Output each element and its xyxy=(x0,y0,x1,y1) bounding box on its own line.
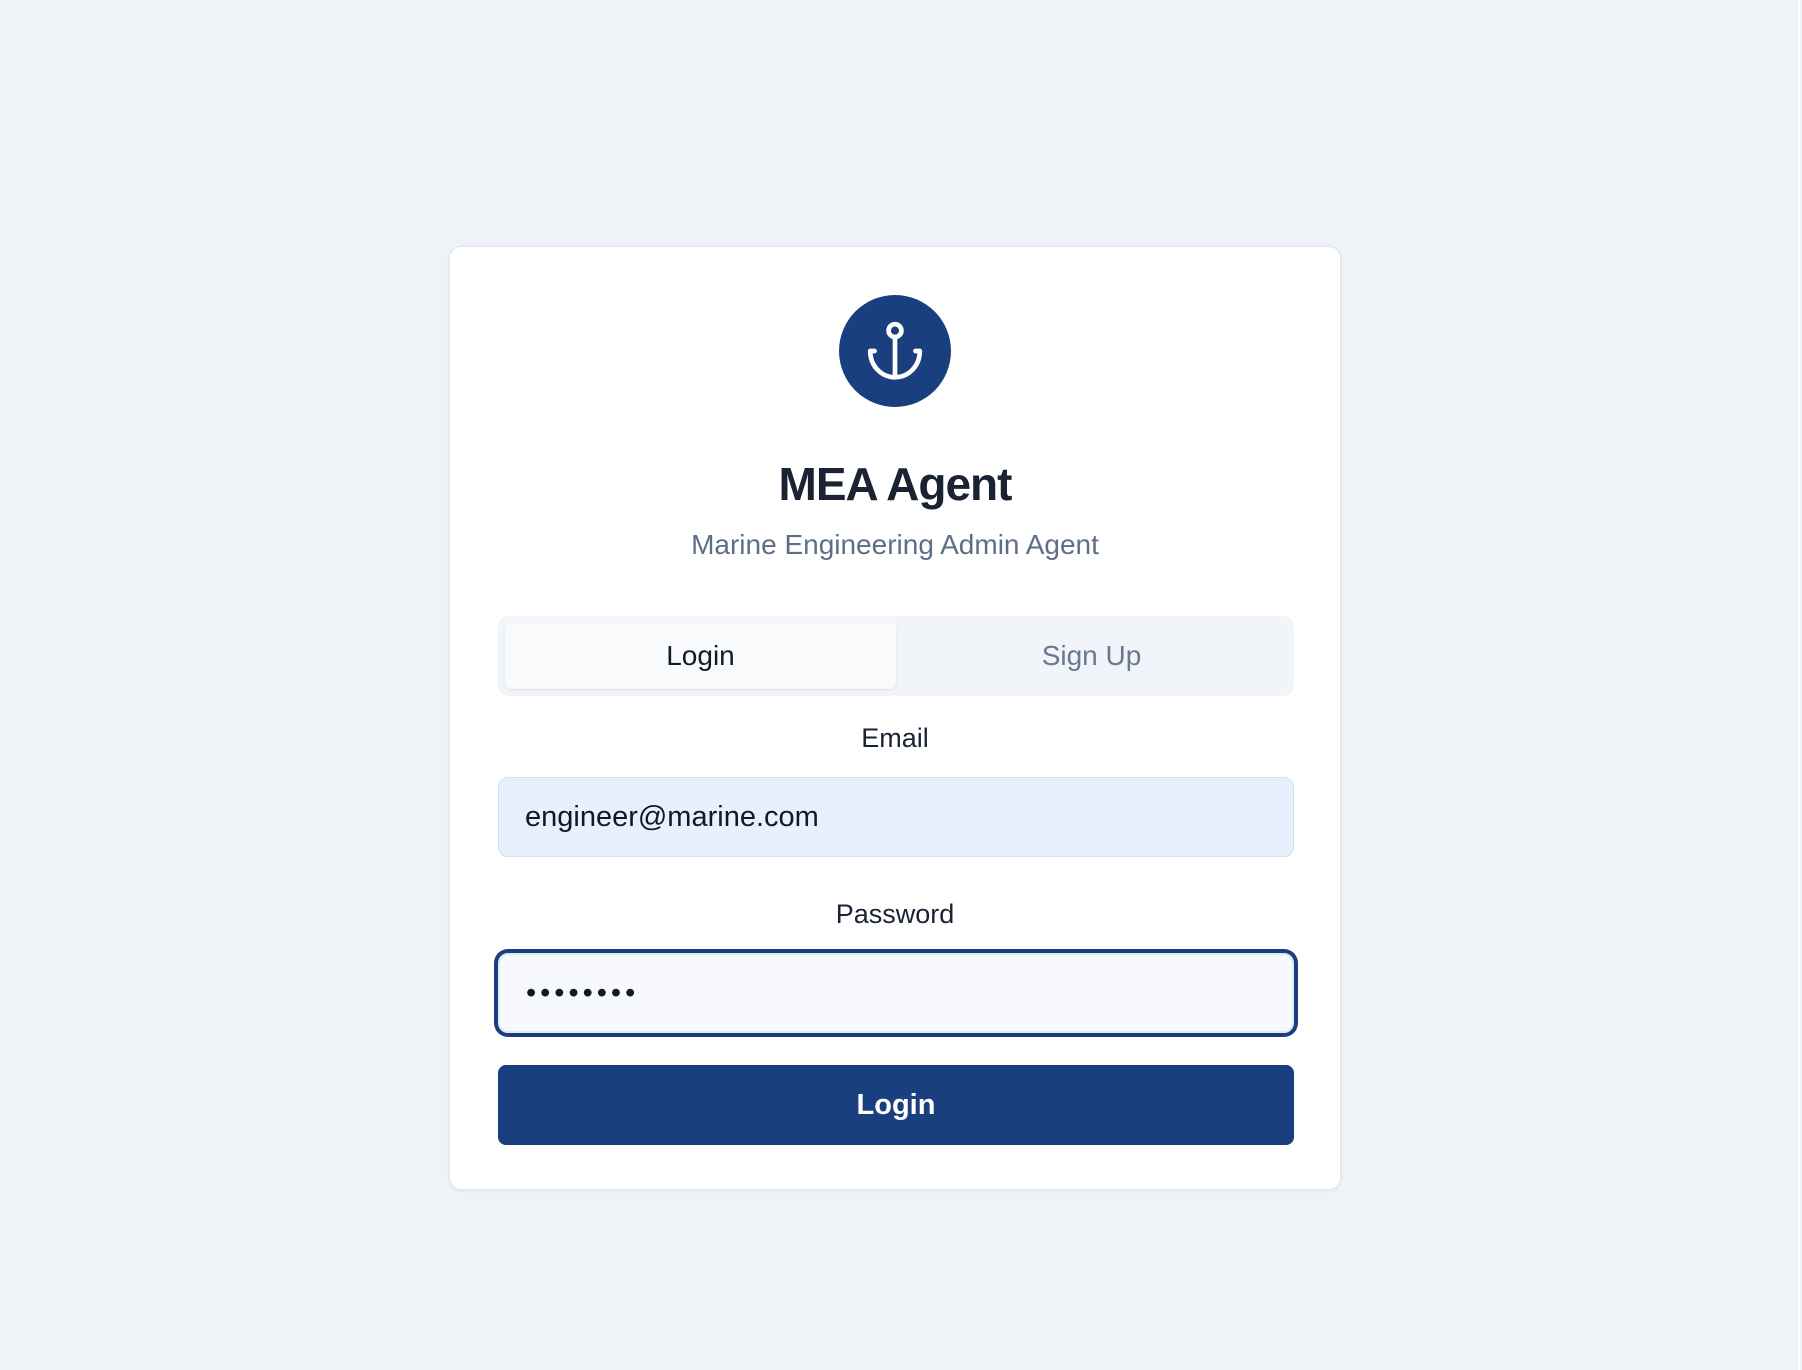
password-field[interactable] xyxy=(498,953,1294,1033)
app-subtitle: Marine Engineering Admin Agent xyxy=(691,529,1099,560)
email-label: Email xyxy=(861,723,929,753)
logo-badge xyxy=(839,295,951,407)
login-card: MEA Agent Marine Engineering Admin Agent… xyxy=(449,246,1341,1190)
window-edge xyxy=(1798,0,1800,1370)
password-label: Password xyxy=(835,899,955,929)
auth-tabs: Login Sign Up xyxy=(498,616,1294,696)
anchor-icon xyxy=(867,321,923,380)
login-button[interactable]: Login xyxy=(498,1065,1294,1145)
email-field[interactable] xyxy=(498,777,1294,857)
page-background: MEA Agent Marine Engineering Admin Agent… xyxy=(0,0,1800,1370)
tab-login[interactable]: Login xyxy=(505,623,896,689)
tab-sign-up[interactable]: Sign Up xyxy=(896,623,1287,689)
app-title: MEA Agent xyxy=(778,458,1013,510)
